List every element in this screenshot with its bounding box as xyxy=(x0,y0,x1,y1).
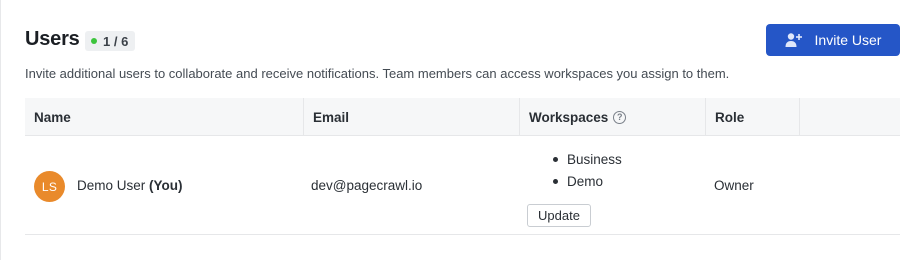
list-item: Demo xyxy=(553,170,622,192)
column-header-name-label: Name xyxy=(34,109,71,125)
workspace-list: Business Demo xyxy=(553,148,622,192)
bullet-icon xyxy=(553,178,558,184)
workspace-name: Business xyxy=(567,151,622,167)
page-description: Invite additional users to collaborate a… xyxy=(25,66,730,81)
column-header-workspaces-label: Workspaces xyxy=(529,109,609,125)
user-count-badge: 1 / 6 xyxy=(85,31,136,51)
you-tag: (You) xyxy=(149,178,183,193)
page-title: Users xyxy=(25,28,80,50)
invite-user-button[interactable]: Invite User xyxy=(766,24,900,56)
column-header-role-label: Role xyxy=(715,109,745,125)
add-user-icon xyxy=(785,33,802,47)
list-item: Business xyxy=(553,148,622,170)
invite-user-label: Invite User xyxy=(814,32,882,48)
column-header-name: Name xyxy=(25,98,303,136)
column-header-workspaces: Workspaces ? xyxy=(519,98,705,136)
bullet-icon xyxy=(553,156,558,162)
column-header-email-label: Email xyxy=(313,109,350,125)
user-name-text: Demo User xyxy=(77,178,146,193)
avatar: LS xyxy=(34,171,65,202)
column-header-actions xyxy=(799,98,900,136)
workspace-name: Demo xyxy=(567,173,604,189)
user-email: dev@pagecrawl.io xyxy=(311,178,423,193)
table-row: LS Demo User (You) dev@pagecrawl.io Busi… xyxy=(25,137,900,235)
user-name: Demo User (You) xyxy=(77,178,183,193)
update-workspaces-button[interactable]: Update xyxy=(527,204,591,227)
column-header-email: Email xyxy=(303,98,519,136)
users-card: Users 1 / 6 Invite User Invite additiona… xyxy=(0,0,923,260)
table-header: Name Email Workspaces ? Role xyxy=(25,98,900,136)
user-role: Owner xyxy=(714,178,754,193)
user-count-text: 1 / 6 xyxy=(103,33,129,49)
help-circle-icon[interactable]: ? xyxy=(613,110,627,124)
status-dot-icon xyxy=(91,38,97,44)
column-header-role: Role xyxy=(705,98,799,136)
